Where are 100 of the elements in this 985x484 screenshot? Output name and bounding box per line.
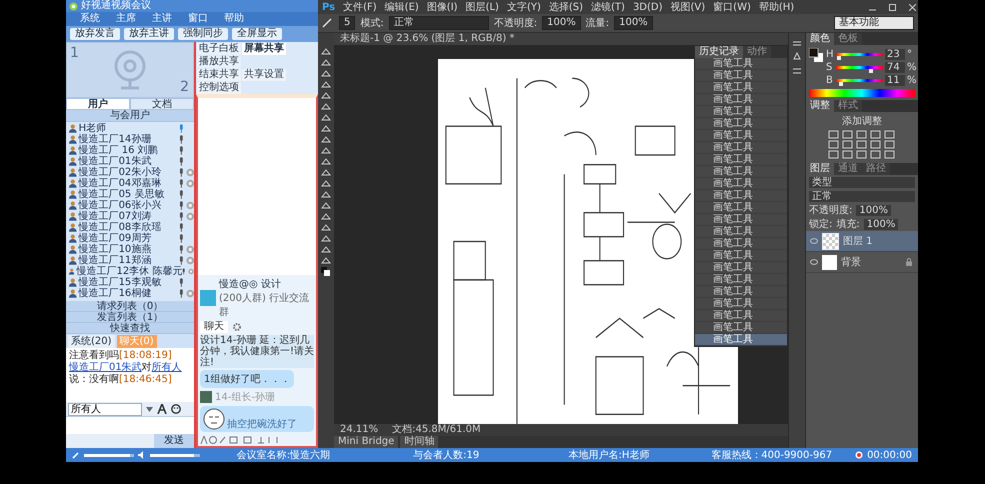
history-item[interactable]: 画笔工具 [695,118,787,130]
message-input[interactable] [66,416,194,434]
panel-tab[interactable]: 图层 [806,163,834,175]
document-tab[interactable]: 未标题-1 @ 23.6% (图层 1, RGB/8) * [334,33,788,45]
history-item[interactable]: 画笔工具 [695,214,787,226]
panel-tab[interactable]: 通道 [834,163,862,175]
menu-item[interactable]: 主席 [116,13,136,25]
panel-tab[interactable]: 色板 [834,33,862,45]
menu-item[interactable]: 视图(V) [670,0,706,14]
user-name[interactable]: 慢造工厂 16 刘鹏 [78,145,177,156]
panel-tab[interactable]: 路径 [862,163,890,175]
opacity-field[interactable]: 100% [856,204,891,216]
panel-tab[interactable]: 用户 [66,98,130,110]
panel-tab[interactable]: 文档 [130,98,194,110]
caret-icon[interactable] [146,406,153,412]
eye-icon[interactable] [810,238,818,244]
list-bar[interactable]: 发言列表（1） [66,312,194,323]
list-bar[interactable]: 快速查找 [66,323,194,334]
flow-field[interactable]: 100% [614,16,653,30]
workspace-dropdown[interactable]: 基本功能 [834,16,914,30]
menu-item[interactable]: 文字(Y) [506,0,541,14]
menu-item[interactable]: 主讲 [152,13,172,25]
user-name[interactable]: 慢造工厂02朱小玲 [78,167,177,178]
layer-row[interactable]: 背景 [806,252,918,273]
mode-dropdown[interactable]: 正常 [388,16,489,30]
history-item[interactable]: 画笔工具 [695,238,787,250]
menu-item[interactable]: 系统 [80,13,100,25]
share-tab[interactable]: 播放共享 [197,56,241,68]
user-name[interactable]: H老师 [78,123,177,134]
channel-value[interactable]: 23 [885,48,905,60]
menu-item[interactable]: 帮助 [224,13,244,25]
user-name[interactable]: 慢造工厂01朱武 [78,156,177,167]
user-name[interactable]: 慢造工厂16桐健 [78,288,177,299]
history-item[interactable]: 画笔工具 [695,262,787,274]
menu-item[interactable]: 滤镜(T) [591,0,625,14]
menu-item[interactable]: 文件(F) [343,0,377,14]
history-item[interactable]: 画笔工具 [695,94,787,106]
chat-tab[interactable]: 系统(20) [68,335,115,348]
history-item[interactable]: 画笔工具 [695,154,787,166]
share-button[interactable]: 控制选项 [197,82,241,94]
slider-thumb[interactable] [839,82,844,86]
user-name[interactable]: 慢造工厂07刘涛 [78,211,177,222]
emoji-icon[interactable] [171,404,181,414]
share-tab[interactable]: 屏幕共享 [242,43,286,55]
fill-field[interactable]: 100% [864,218,898,230]
channel-value[interactable]: 11 [885,74,905,86]
panel-tab[interactable]: 颜色 [806,33,834,45]
menu-item[interactable]: 窗口 [188,13,208,25]
bottom-tab[interactable]: Mini Bridge [334,436,398,448]
history-item[interactable]: 画笔工具 [695,142,787,154]
slider-thumb[interactable] [868,68,873,72]
user-name[interactable]: 慢造工厂15李观敏 [78,277,177,288]
menu-item[interactable]: 图层(L) [466,0,499,14]
color-spectrum[interactable] [809,89,915,97]
user-name[interactable]: 慢造工厂05 吴思敏 [78,189,177,200]
bottom-tab[interactable]: 时间轴 [400,436,438,448]
menu-item[interactable]: 选择(S) [548,0,584,14]
history-item[interactable]: 画笔工具 [695,202,787,214]
history-item[interactable]: 画笔工具 [695,286,787,298]
layer-row[interactable]: 图层 1 [806,231,918,252]
toolbar-button[interactable]: 放弃主讲 [124,28,174,40]
menu-item[interactable]: 帮助(H) [758,0,794,14]
channel-value[interactable]: 74 [885,62,905,72]
history-item[interactable]: 画笔工具 [695,310,787,322]
history-item[interactable]: 画笔工具 [695,178,787,190]
menu-item[interactable]: 3D(D) [632,2,663,12]
history-item[interactable]: 画笔工具 [695,130,787,142]
user-name[interactable]: 慢造工厂06张小兴 [78,200,177,211]
panel-tab[interactable]: 动作 [743,46,771,58]
settings-icon[interactable] [232,322,242,332]
panel-tab[interactable]: 调整 [806,100,834,112]
history-item[interactable]: 画笔工具 [695,226,787,238]
user-name[interactable]: 慢造工厂04邓嘉琳 [78,178,177,189]
history-item[interactable]: 画笔工具 [695,250,787,262]
user-name[interactable]: 慢造工厂08李欣瑶 [78,222,177,233]
list-bar[interactable]: 请求列表（0） [66,301,194,312]
history-item[interactable]: 画笔工具 [695,58,787,70]
blend-mode-dropdown[interactable]: 正常 [809,190,915,202]
slider-thumb[interactable] [836,56,841,60]
brush-size-field[interactable]: 5 [339,16,356,30]
layer-filter-dropdown[interactable]: 类型 [809,176,915,188]
user-name[interactable]: 慢造工厂12李休 陈馨元 [76,266,180,277]
panel-tab[interactable]: 样式 [834,100,862,112]
send-button[interactable]: 发送 [154,434,194,448]
history-item[interactable]: 画笔工具 [695,70,787,82]
recipient-dropdown[interactable]: 所有人 [68,402,142,416]
color-swatch-icon[interactable] [809,48,823,62]
user-name[interactable]: 慢造工厂09周芳 [78,233,177,244]
toolbar-button[interactable]: 放弃发言 [70,28,120,40]
menu-item[interactable]: 图像(I) [426,0,458,14]
history-item[interactable]: 画笔工具 [695,190,787,202]
chat-tab[interactable]: 聊天 [200,321,228,333]
menu-item[interactable]: 编辑(E) [384,0,419,14]
user-name[interactable]: 慢造工厂10施燕 [78,244,177,255]
panel-tab[interactable]: 历史记录 [695,46,743,58]
brush-icon[interactable] [322,18,334,28]
toolbar-button[interactable]: 强制同步 [178,28,228,40]
history-item[interactable]: 画笔工具 [695,166,787,178]
share-tab[interactable]: 电子白板 [197,43,241,55]
menu-item[interactable]: 窗口(W) [713,0,751,14]
